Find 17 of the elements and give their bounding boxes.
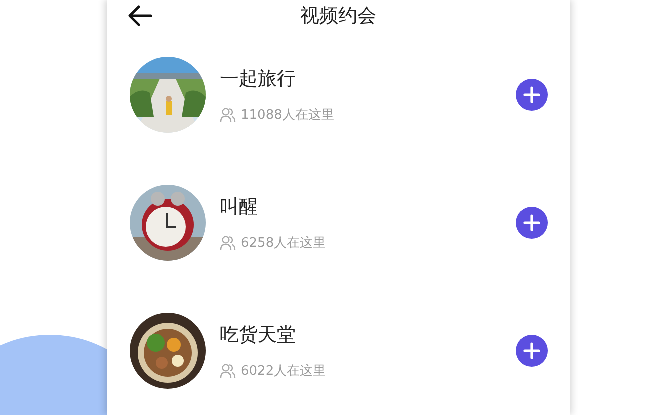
people-icon — [220, 363, 236, 379]
member-count: 11088人在这里 — [241, 107, 334, 124]
room-name[interactable]: 吃货天堂 — [220, 322, 516, 348]
people-icon — [220, 107, 236, 123]
plus-icon — [523, 86, 541, 104]
room-name[interactable]: 叫醒 — [220, 194, 516, 220]
add-button[interactable] — [516, 207, 548, 239]
member-count: 6258人在这里 — [241, 235, 326, 252]
add-button[interactable] — [516, 79, 548, 111]
plus-icon — [523, 342, 541, 360]
add-button[interactable] — [516, 335, 548, 367]
page-title: 视频约会 — [300, 4, 376, 26]
plus-icon — [523, 214, 541, 232]
back-icon[interactable] — [127, 4, 153, 26]
member-count: 6022人在这里 — [241, 363, 326, 380]
people-icon — [220, 235, 236, 251]
room-name[interactable]: 一起旅行 — [220, 66, 516, 92]
